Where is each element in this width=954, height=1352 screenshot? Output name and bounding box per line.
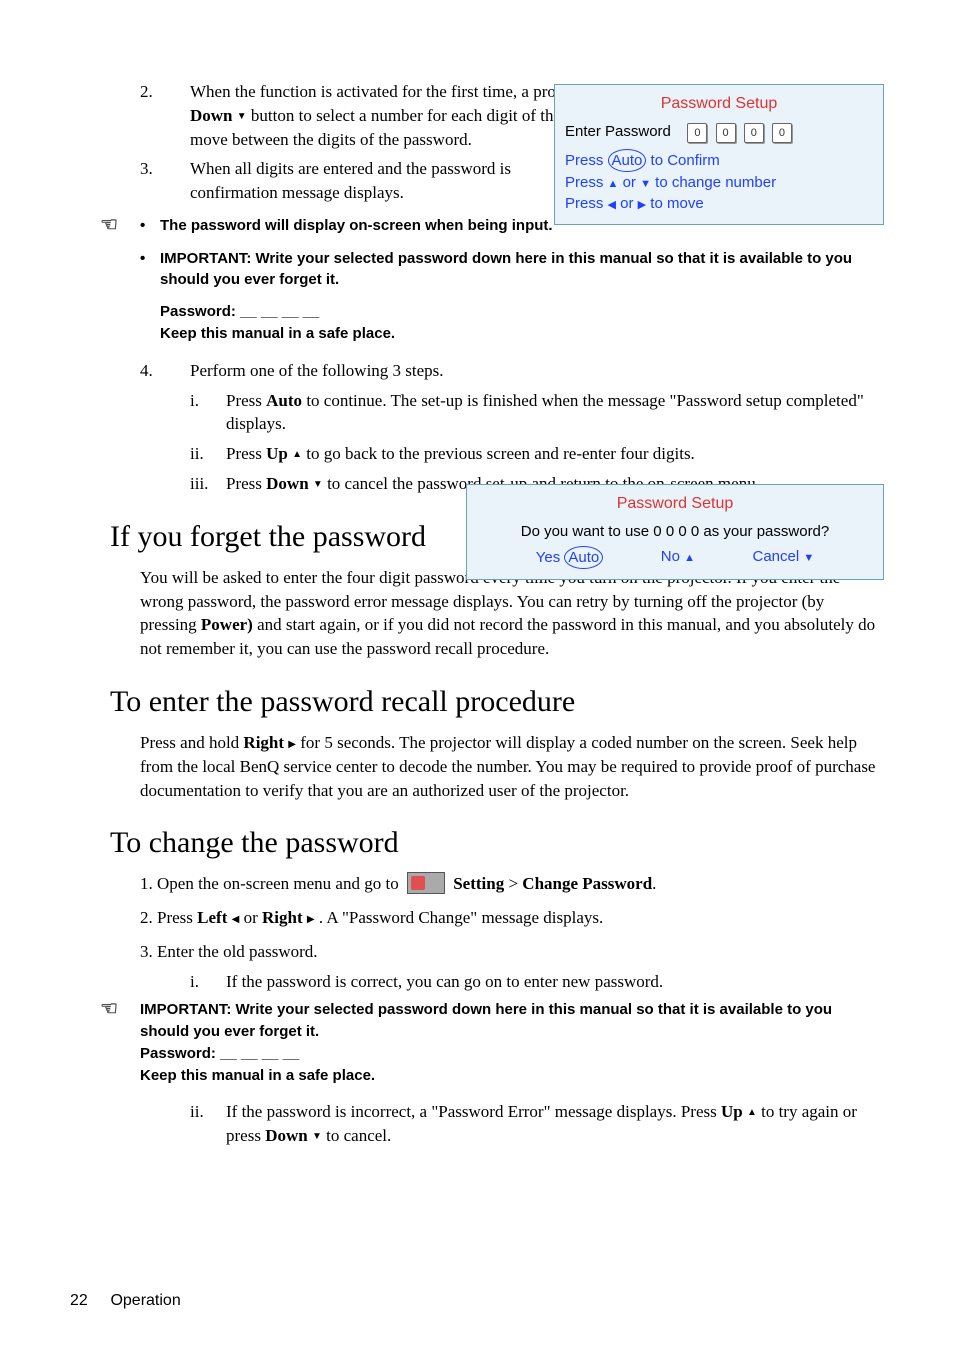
page-number: 22	[70, 1290, 106, 1312]
down-arrow-icon: ▼	[803, 552, 814, 564]
password-confirm-dialog: Password Setup Do you want to use 0 0 0 …	[466, 484, 884, 580]
sub-list-roman: ii.	[190, 1100, 226, 1148]
up-arrow-icon	[292, 444, 302, 463]
auto-button-hint: Auto	[564, 546, 603, 569]
change-3i-text: If the password is correct, you can go o…	[226, 970, 884, 994]
step-4-text: Perform one of the following 3 steps.	[190, 359, 884, 383]
no-option[interactable]: No ▲	[661, 546, 695, 569]
footer-section: Operation	[110, 1292, 180, 1309]
down-arrow-icon	[312, 1126, 322, 1145]
right-arrow-icon	[288, 733, 296, 752]
up-arrow-icon: ▲	[608, 178, 619, 190]
change-step-3: 3. Enter the old password.	[140, 940, 884, 964]
hint-line: Press ◀ or ▶ to move	[565, 193, 873, 214]
right-arrow-icon: ▶	[638, 199, 646, 211]
down-arrow-icon: ▼	[640, 178, 651, 190]
page-footer: 22 Operation	[70, 1290, 181, 1312]
note-icon	[100, 215, 118, 235]
password-blank: Password: __ __ __ __	[160, 301, 884, 323]
hint-line: Press Auto to Confirm	[565, 149, 873, 172]
down-arrow-icon	[237, 106, 247, 125]
up-arrow-icon	[747, 1102, 757, 1121]
up-arrow-icon: ▲	[684, 552, 695, 564]
note-icon	[100, 999, 118, 1019]
enter-password-label: Enter Password	[565, 123, 671, 140]
hint-line: Press ▲ or ▼ to change number	[565, 172, 873, 193]
cancel-option[interactable]: Cancel ▼	[752, 546, 814, 569]
password-blank: Password: __ __ __ __	[140, 1043, 884, 1065]
keep-safe-note: Keep this manual in a safe place.	[140, 1065, 884, 1087]
note-text: IMPORTANT: Write your selected password …	[160, 248, 884, 292]
change-step-1: 1. Open the on-screen menu and go to Set…	[140, 872, 884, 896]
menu-icon	[407, 872, 445, 894]
note-text: IMPORTANT: Write your selected password …	[140, 999, 884, 1043]
password-setup-dialog: Password Setup Enter Password 0 0 0 0 Pr…	[554, 84, 884, 225]
right-arrow-icon	[307, 908, 315, 927]
auto-button-hint: Auto	[608, 149, 647, 172]
list-number: 4.	[140, 359, 190, 383]
dialog-title: Password Setup	[477, 493, 873, 515]
sub-list-roman: i.	[190, 389, 226, 437]
keep-safe-note: Keep this manual in a safe place.	[160, 323, 884, 345]
bullet: •	[140, 248, 160, 292]
password-digit[interactable]: 0	[716, 123, 736, 143]
bullet: •	[140, 215, 160, 238]
password-digit[interactable]: 0	[744, 123, 764, 143]
sub-list-roman: iii.	[190, 472, 226, 496]
step-4ii-text: Press Up to go back to the previous scre…	[226, 442, 884, 466]
dialog-title: Password Setup	[565, 93, 873, 115]
heading-recall: To enter the password recall procedure	[110, 681, 884, 723]
step-4i-text: Press Auto to continue. The set-up is fi…	[226, 389, 884, 437]
list-number: 2.	[140, 80, 190, 151]
down-arrow-icon	[313, 474, 323, 493]
password-digit[interactable]: 0	[687, 123, 707, 143]
change-step-2: 2. Press Left or Right . A "Password Cha…	[140, 906, 884, 930]
confirm-question: Do you want to use 0 0 0 0 as your passw…	[477, 521, 873, 542]
password-digit[interactable]: 0	[772, 123, 792, 143]
change-3ii-text: If the password is incorrect, a "Passwor…	[226, 1100, 884, 1148]
recall-body: Press and hold Right for 5 seconds. The …	[110, 731, 884, 802]
left-arrow-icon: ◀	[608, 199, 616, 211]
list-number: 3.	[140, 157, 190, 205]
yes-option[interactable]: Yes Auto	[536, 546, 604, 569]
sub-list-roman: i.	[190, 970, 226, 994]
heading-change: To change the password	[110, 822, 884, 864]
sub-list-roman: ii.	[190, 442, 226, 466]
